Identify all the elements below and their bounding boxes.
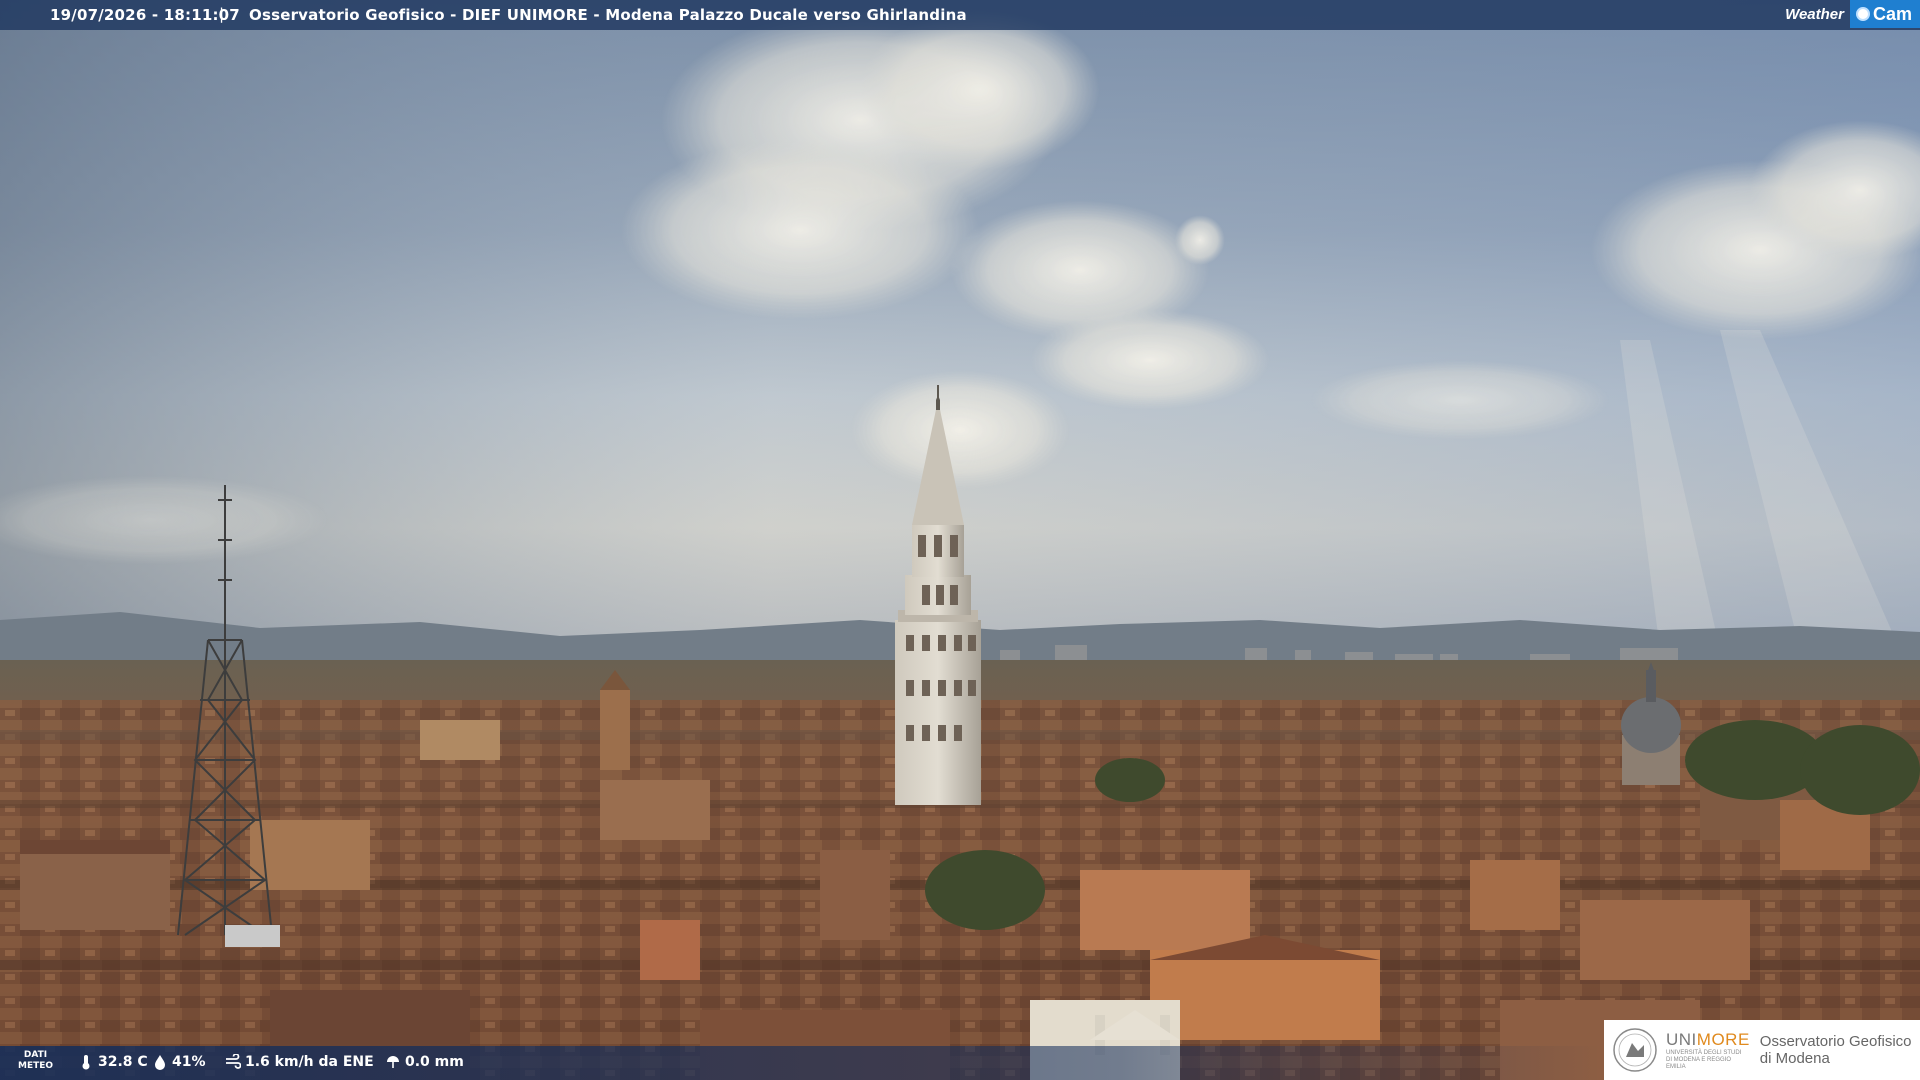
- rain-readout: 0.0 mm: [385, 1054, 464, 1070]
- humidity-readout: 41%: [152, 1054, 206, 1070]
- header-separator: |: [219, 5, 225, 23]
- temperature-readout: 32.8 C: [78, 1054, 148, 1070]
- thermometer-icon: [82, 1055, 90, 1070]
- unimore-logo[interactable]: UNIMORE UNIVERSITÀ DEGLI STUDI DI MODENA…: [1604, 1020, 1920, 1080]
- wind-readout: 1.6 km/h da ENE: [225, 1054, 374, 1070]
- weathercam-logo[interactable]: Weather Cam: [1777, 0, 1920, 28]
- rain-value: 0.0 mm: [405, 1054, 464, 1070]
- humidity-drop-icon: [155, 1055, 165, 1070]
- brand-text-cam: Cam: [1872, 4, 1912, 24]
- brand-text-weather: Weather: [1785, 5, 1844, 23]
- humidity-value: 41%: [172, 1054, 206, 1070]
- city-panorama: [0, 0, 1920, 1080]
- brand-badge: Cam: [1849, 0, 1920, 28]
- rain-icon: [387, 1056, 399, 1068]
- webcam-frame: 19/07/2026 - 18:11:07 | Osservatorio Geo…: [0, 0, 1920, 1080]
- unimore-wordmark: UNIMORE UNIVERSITÀ DEGLI STUDI DI MODENA…: [1666, 1030, 1750, 1071]
- wind-icon: [226, 1054, 241, 1069]
- unimore-subtitle: UNIVERSITÀ DEGLI STUDI DI MODENA E REGGI…: [1666, 1049, 1742, 1070]
- unimore-suffix: MORE: [1696, 1029, 1750, 1049]
- timestamp: 19/07/2026 - 18:11:07: [50, 6, 240, 24]
- university-seal-icon: [1613, 1028, 1657, 1072]
- header-bar: 19/07/2026 - 18:11:07 | Osservatorio Geo…: [0, 0, 1920, 30]
- observatory-name: Osservatorio Geofisico di Modena: [1759, 1033, 1912, 1067]
- wind-value: 1.6 km/h da ENE: [245, 1054, 374, 1070]
- meteo-label: DATI METEO: [18, 1050, 54, 1071]
- unimore-prefix: UNI: [1666, 1029, 1697, 1049]
- weather-data-bar: DATI METEO 32.8 C 41% 1.6 km/h da ENE 0.…: [0, 1046, 1600, 1080]
- temperature-value: 32.8 C: [98, 1054, 148, 1070]
- camera-title: Osservatorio Geofisico - DIEF UNIMORE - …: [249, 6, 967, 24]
- camera-lens-icon: [1855, 7, 1870, 21]
